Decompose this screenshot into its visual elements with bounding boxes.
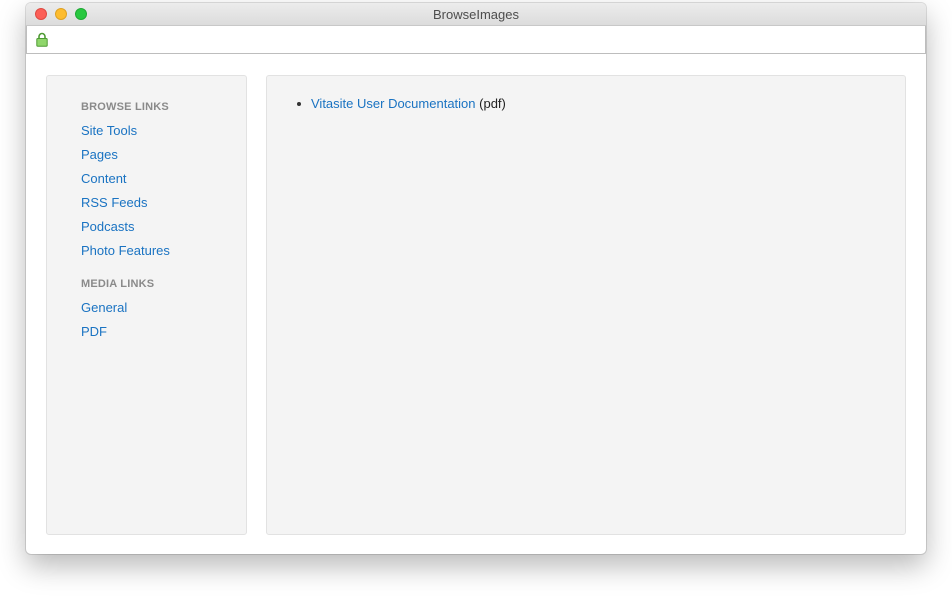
address-bar[interactable] — [26, 26, 926, 54]
list-item: Vitasite User Documentation (pdf) — [297, 96, 506, 111]
main-content: Vitasite User Documentation (pdf) — [266, 75, 906, 535]
sidebar-link-general[interactable]: General — [81, 300, 127, 315]
sidebar-link-pdf[interactable]: PDF — [81, 324, 107, 339]
sidebar-link-pages[interactable]: Pages — [81, 147, 118, 162]
sidebar-link-site-tools[interactable]: Site Tools — [81, 123, 137, 138]
sidebar-link-rss-feeds[interactable]: RSS Feeds — [81, 195, 147, 210]
documentation-link[interactable]: Vitasite User Documentation — [311, 96, 476, 111]
sidebar-link-content[interactable]: Content — [81, 171, 127, 186]
window-title: BrowseImages — [433, 7, 519, 22]
browser-window: BrowseImages BROWSE LINKS Site Tools Pag… — [26, 3, 926, 554]
lock-icon — [36, 32, 48, 47]
bullet-icon — [297, 101, 301, 106]
title-bar: BrowseImages — [26, 3, 926, 26]
sidebar-link-photo-features[interactable]: Photo Features — [81, 243, 170, 258]
sidebar-link-podcasts[interactable]: Podcasts — [81, 219, 134, 234]
file-type-label: (pdf) — [479, 96, 506, 111]
media-links-heading: MEDIA LINKS — [81, 278, 155, 290]
browse-links-heading: BROWSE LINKS — [81, 101, 169, 113]
sidebar: BROWSE LINKS Site Tools Pages Content RS… — [46, 75, 247, 535]
